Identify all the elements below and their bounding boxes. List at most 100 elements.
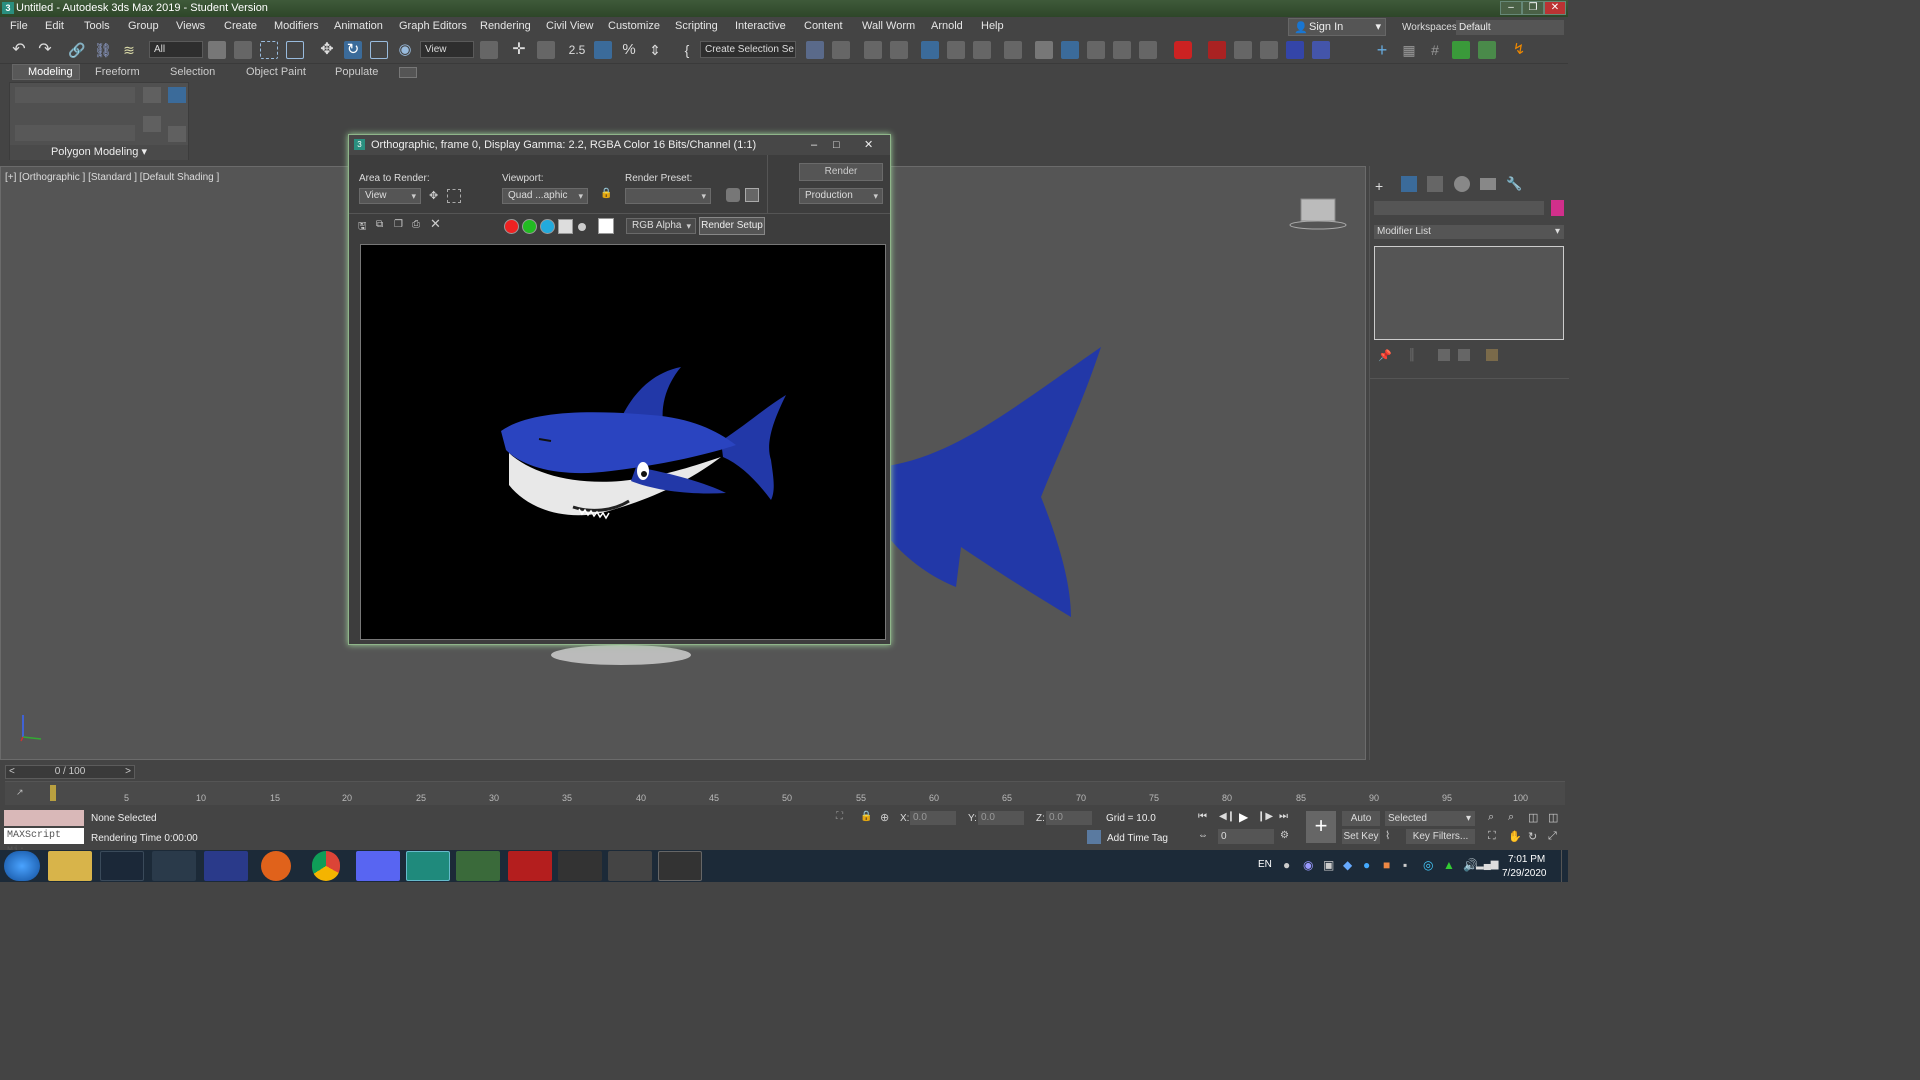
curve-editor-mini-icon[interactable]: ↗ xyxy=(16,787,32,799)
render-window-title-bar[interactable]: 3 Orthographic, frame 0, Display Gamma: … xyxy=(349,135,890,155)
pin-stack-icon[interactable]: 📌 xyxy=(1378,349,1392,362)
menu-scripting[interactable]: Scripting xyxy=(675,20,718,32)
minimize-button[interactable]: – xyxy=(1500,1,1522,15)
menu-help[interactable]: Help xyxy=(981,20,1004,32)
wallworm-icon[interactable] xyxy=(1286,41,1304,59)
firefox-icon[interactable] xyxy=(261,851,291,881)
graphite-tool-icon[interactable] xyxy=(143,87,161,103)
sign-in-dropdown[interactable]: 👤 Sign In ▾ xyxy=(1288,18,1386,36)
menu-graph-editors[interactable]: Graph Editors xyxy=(399,20,467,32)
orbit-icon[interactable]: ↻ xyxy=(1528,830,1542,844)
tab-populate[interactable]: Populate xyxy=(335,66,378,81)
fox-app-icon[interactable] xyxy=(558,851,602,881)
time-tag-icon[interactable] xyxy=(1087,830,1101,844)
time-cursor[interactable] xyxy=(50,785,56,801)
ribbon-toggle-icon[interactable] xyxy=(921,41,939,59)
configure-modifier-sets-icon[interactable] xyxy=(1486,349,1498,361)
link-icon[interactable]: 🔗 xyxy=(68,41,86,59)
y-coordinate-field[interactable]: 0.0 xyxy=(978,811,1024,825)
green-channel-toggle[interactable] xyxy=(522,219,537,234)
red-channel-toggle[interactable] xyxy=(504,219,519,234)
render-maximize-button[interactable]: □ xyxy=(833,135,840,155)
area-to-render-dropdown[interactable]: View xyxy=(359,188,421,204)
show-end-result-icon[interactable]: ║ xyxy=(1408,349,1420,361)
remove-modifier-icon[interactable] xyxy=(1458,349,1470,361)
menu-animation[interactable]: Animation xyxy=(334,20,383,32)
undo-icon[interactable]: ↶ xyxy=(10,41,28,59)
scene-explorer-icon[interactable] xyxy=(864,41,882,59)
edit-region-icon[interactable]: ✥ xyxy=(429,189,443,203)
tray-app-icon[interactable]: ● xyxy=(1283,858,1290,872)
mirror-icon[interactable] xyxy=(806,41,824,59)
polygon-tools-row-2[interactable] xyxy=(15,125,135,141)
x-coordinate-field[interactable]: 0.0 xyxy=(910,811,956,825)
play-icon[interactable]: ▶ xyxy=(1239,810,1253,824)
gimp-icon[interactable] xyxy=(608,851,652,881)
schematic-view-icon[interactable] xyxy=(973,41,991,59)
percent-snap-icon[interactable]: % xyxy=(620,41,638,59)
start-button[interactable] xyxy=(4,851,40,881)
steam-icon[interactable] xyxy=(100,851,144,881)
file-explorer-icon[interactable] xyxy=(48,851,92,881)
graphite-tool-2-icon[interactable] xyxy=(143,116,161,132)
display-tab-icon[interactable] xyxy=(1480,178,1496,190)
grid-icon[interactable]: ▦ xyxy=(1400,41,1418,59)
maximize-button[interactable]: ❐ xyxy=(1522,1,1544,15)
vmf-export-icon[interactable] xyxy=(1312,41,1330,59)
z-coordinate-field[interactable]: 0.0 xyxy=(1046,811,1092,825)
render-button[interactable]: Render xyxy=(799,163,883,181)
auto-key-button[interactable]: Auto Key xyxy=(1342,811,1380,839)
chrome-icon[interactable] xyxy=(312,851,340,881)
collapse-stack-icon[interactable] xyxy=(168,126,186,142)
rendered-frame-window-icon[interactable] xyxy=(1061,41,1079,59)
material-editor-icon[interactable] xyxy=(1004,41,1022,59)
media-app-icon[interactable] xyxy=(658,851,702,881)
modifier-list-dropdown[interactable]: Modifier List ▾ xyxy=(1374,225,1564,239)
swatch-white[interactable] xyxy=(598,218,614,234)
copy-image-icon[interactable]: ⧉ xyxy=(376,219,387,231)
go-to-end-icon[interactable]: ⏭ xyxy=(1279,811,1293,825)
move-icon[interactable]: ✥ xyxy=(318,41,336,59)
reference-coordinate-dropdown[interactable]: View xyxy=(420,41,474,58)
tab-object-paint[interactable]: Object Paint xyxy=(246,66,306,81)
snaps-toggle-icon[interactable]: 2.5 xyxy=(568,41,586,59)
3dsmax-taskbar-icon[interactable] xyxy=(406,851,450,881)
system-tray-icons[interactable]: ● ◉ ▣ ◆ ● ■ ▪ ◎ ▲ 🔊 xyxy=(1283,858,1483,874)
maximize-viewport-icon[interactable]: ⤢ xyxy=(1548,830,1562,844)
selection-filter-dropdown[interactable]: All xyxy=(149,41,203,58)
time-slider[interactable]: < 0 / 100 > xyxy=(5,765,135,779)
select-by-name-icon[interactable] xyxy=(234,41,252,59)
time-configuration-icon[interactable]: ⚙ xyxy=(1280,830,1294,844)
next-frame-icon[interactable]: ❙▶ xyxy=(1257,811,1273,825)
close-button[interactable]: ✕ xyxy=(1544,1,1566,15)
discord-tray-icon[interactable]: ◉ xyxy=(1303,858,1313,872)
arnold-light-icon[interactable] xyxy=(1260,41,1278,59)
zoom-all-icon[interactable]: ⌕ xyxy=(1508,811,1522,825)
monochrome-toggle[interactable] xyxy=(578,223,586,231)
menu-modifiers[interactable]: Modifiers xyxy=(274,20,319,32)
print-image-icon[interactable]: ⎙ xyxy=(412,219,423,231)
render-setup-icon[interactable] xyxy=(726,188,740,202)
tray-app-icon[interactable]: ● xyxy=(1363,858,1370,872)
blue-channel-toggle[interactable] xyxy=(540,219,555,234)
place-icon[interactable]: ◉ xyxy=(396,41,414,59)
rotate-icon[interactable]: ↻ xyxy=(344,41,362,59)
menu-content[interactable]: Content xyxy=(804,20,843,32)
add-icon[interactable]: + xyxy=(1373,41,1391,59)
clone-window-icon[interactable]: ❐ xyxy=(394,219,405,231)
viewcube-ring[interactable] xyxy=(1289,220,1347,230)
zoom-extents-all-icon[interactable]: ◫ xyxy=(1548,811,1562,825)
menu-tools[interactable]: Tools xyxy=(84,20,110,32)
record-icon[interactable] xyxy=(1174,41,1192,59)
maxscript-listener-pink[interactable] xyxy=(4,810,84,826)
render-output-canvas[interactable] xyxy=(360,244,886,640)
set-key-mode-button[interactable]: Set Key xyxy=(1342,829,1380,844)
hash-grid-icon[interactable]: # xyxy=(1426,41,1444,59)
key-filters-button[interactable]: Key Filters... xyxy=(1406,829,1475,844)
network-icon[interactable]: ▂▄▆ xyxy=(1476,859,1498,873)
tray-app-icon[interactable]: ▣ xyxy=(1323,858,1334,872)
notepad-icon[interactable] xyxy=(456,851,500,881)
green-tool-2-icon[interactable] xyxy=(1478,41,1496,59)
render-minimize-button[interactable]: – xyxy=(811,135,817,155)
redo-icon[interactable]: ↷ xyxy=(36,41,54,59)
